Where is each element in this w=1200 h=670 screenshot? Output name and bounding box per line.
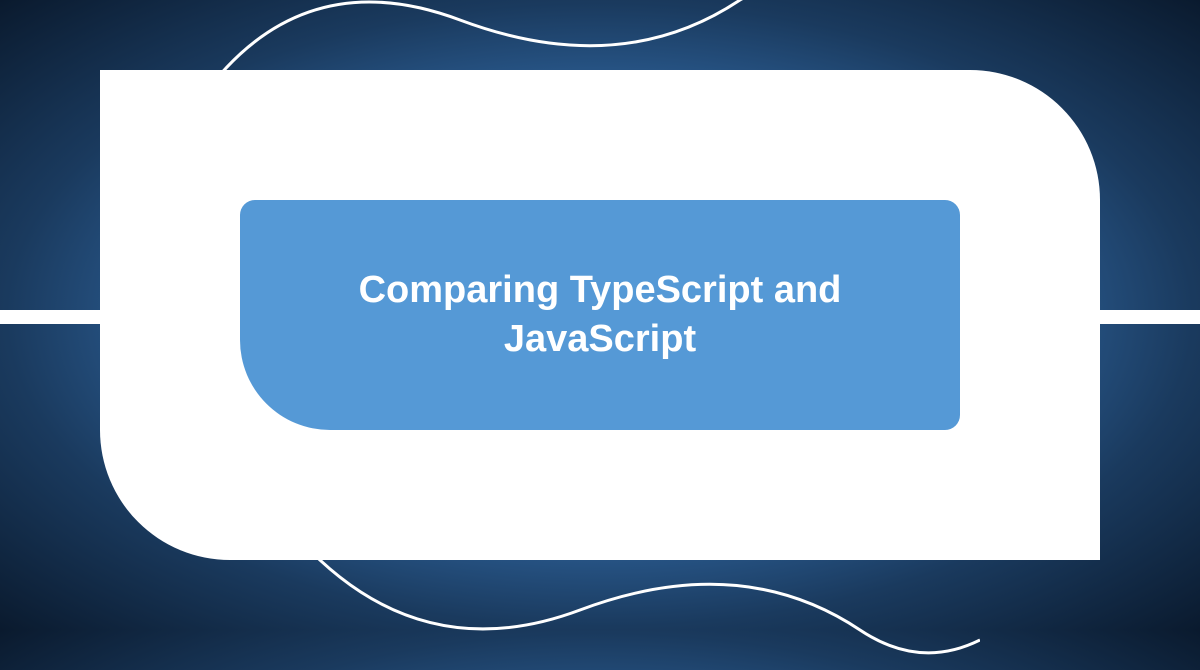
decorative-line-right	[1100, 310, 1200, 324]
decorative-line-left	[0, 310, 100, 324]
title-panel: Comparing TypeScript and JavaScript	[240, 200, 960, 430]
banner-title: Comparing TypeScript and JavaScript	[280, 266, 920, 365]
